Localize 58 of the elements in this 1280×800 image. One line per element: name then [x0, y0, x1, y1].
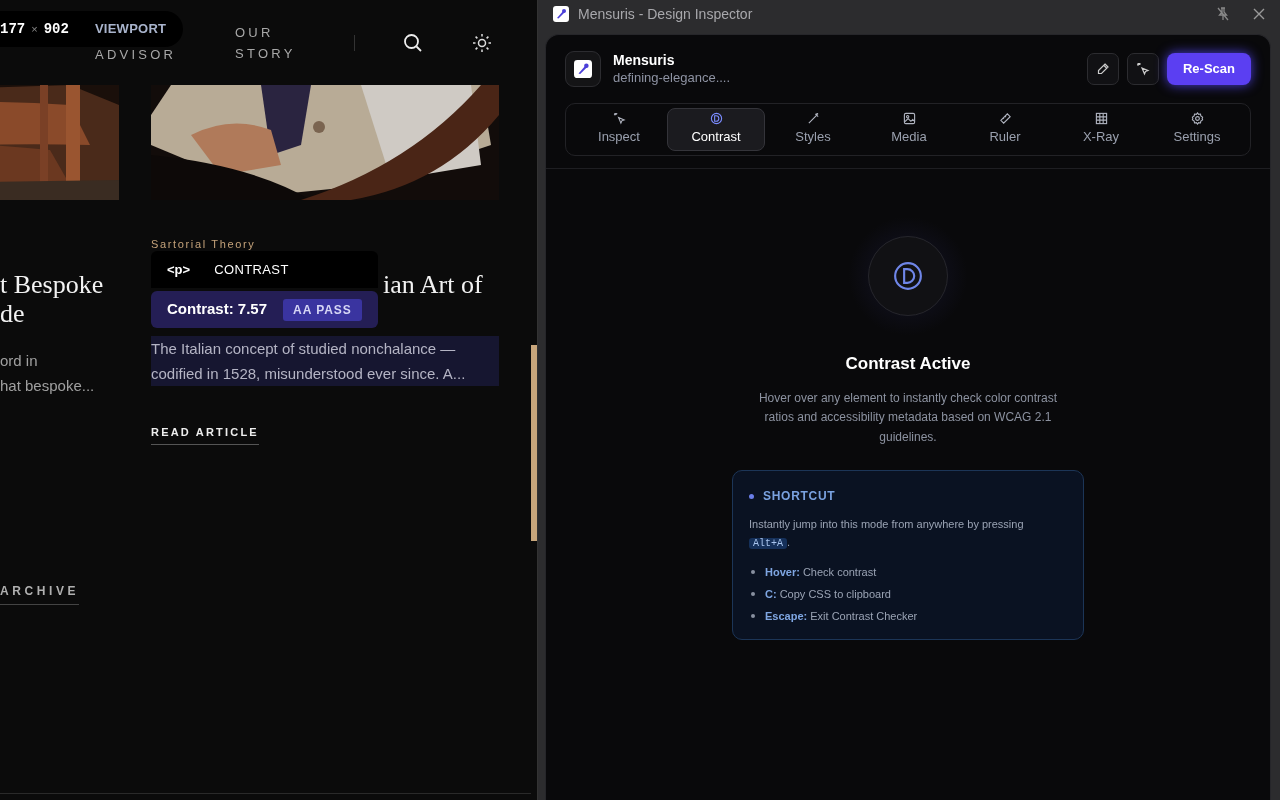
app-logo: [565, 51, 601, 87]
magic-wand-icon: [806, 112, 820, 126]
shortcut-item: Escape: Exit Contrast Checker: [765, 609, 918, 624]
grid-icon: [1094, 112, 1108, 126]
empty-state-description: Hover over any element to instantly check color contrast ratios and accessibility metadata based on WCAG 2.1 guidelines.: [757, 389, 1059, 446]
search-icon[interactable]: [403, 32, 423, 53]
app-logo-icon: [553, 6, 569, 22]
shortcut-item: C: Copy CSS to clipboard: [765, 587, 891, 602]
nav-link[interactable]: OUR STORY: [235, 21, 296, 64]
tab[interactable]: Media: [861, 108, 957, 151]
article-category: Sartorial Theory: [151, 238, 256, 250]
contrast-icon: [709, 112, 723, 126]
bullet-icon: [751, 570, 755, 574]
mode-label: CONTRAST: [214, 260, 289, 279]
article-title: ian Art of: [383, 270, 483, 299]
bullet-icon: [751, 592, 755, 596]
empty-state-title: Contrast Active: [845, 353, 971, 375]
sun-icon[interactable]: [472, 32, 492, 53]
bullet-icon: [749, 493, 754, 499]
scrollbar-thumb[interactable]: [531, 345, 537, 541]
archive-link[interactable]: ARCHIVE: [0, 581, 80, 605]
contrast-ratio: Contrast: 7.57: [167, 299, 268, 320]
tab[interactable]: Inspect: [571, 108, 667, 151]
tab[interactable]: Ruler: [957, 108, 1053, 151]
cursor-sparkle-icon: [1135, 62, 1150, 76]
tab[interactable]: X-Ray: [1053, 108, 1149, 151]
unpin-icon[interactable]: [1216, 7, 1230, 21]
settings-icon: [1190, 112, 1204, 126]
times-sign: ×: [31, 21, 38, 37]
shortcut-description: Instantly jump into this mode from anywhere by pressing Alt+A .: [749, 517, 1025, 551]
window-title: Mensuris - Design Inspector: [578, 4, 753, 24]
shortcut-title: SHORTCUT: [763, 488, 836, 505]
app-name: Mensuris: [613, 52, 676, 69]
article-excerpt: The Italian concept of studied nonchalance — codified in 1528, misunderstood ever since. A...: [151, 336, 499, 386]
tab[interactable]: Styles: [765, 108, 861, 151]
read-article-link[interactable]: READ ARTICLE: [151, 424, 259, 445]
page-name: defining-elegance....: [613, 69, 731, 86]
bullet-icon: [751, 614, 755, 618]
viewport-height: 902: [43, 19, 69, 39]
eyedropper-icon: [1095, 62, 1110, 76]
eyedropper-button[interactable]: [1086, 53, 1119, 85]
cursor-sparkle-icon: [612, 112, 626, 126]
rescan-button[interactable]: Re-Scan: [1166, 53, 1251, 85]
nav-link[interactable]: ADVISOR: [95, 44, 177, 65]
shortcut-item: Hover: Check contrast: [765, 565, 877, 580]
ruler-icon: [998, 112, 1012, 126]
close-icon[interactable]: [1253, 8, 1265, 20]
tab[interactable]: Contrast: [667, 108, 765, 151]
image-icon: [902, 112, 916, 126]
pass-badge: AA PASS: [283, 298, 362, 321]
tab[interactable]: Settings: [1149, 108, 1245, 151]
key-badge: Alt+A: [749, 538, 787, 549]
viewport-label: VIEWPORT: [94, 20, 167, 39]
article-excerpt: ord in hat bespoke...: [0, 351, 96, 396]
element-tag: <p>: [167, 259, 191, 280]
pick-element-button[interactable]: [1126, 53, 1159, 85]
article-title: t Bespoke de: [0, 270, 105, 328]
viewport-width: 177: [0, 19, 26, 39]
